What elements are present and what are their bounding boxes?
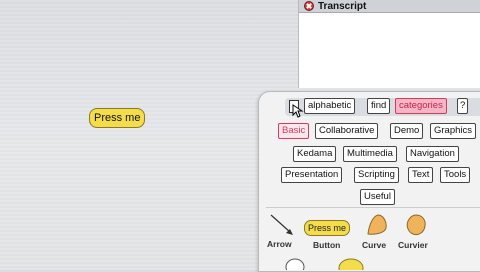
curve-icon[interactable] xyxy=(365,213,389,237)
transcript-window[interactable]: Transcript xyxy=(298,0,480,88)
category-text[interactable]: Text xyxy=(408,167,434,183)
arrow-icon[interactable] xyxy=(269,213,295,237)
category-basic[interactable]: Basic xyxy=(278,123,310,139)
category-useful[interactable]: Useful xyxy=(360,189,395,205)
catalog-divider xyxy=(266,207,480,208)
alphabetic-button[interactable]: alphabetic xyxy=(304,98,356,114)
category-presentation[interactable]: Presentation xyxy=(281,167,343,183)
arrow-label: Arrow xyxy=(267,239,292,249)
categories-button[interactable]: categories xyxy=(395,98,447,114)
category-scripting[interactable]: Scripting xyxy=(354,167,399,183)
help-button[interactable]: ? xyxy=(457,98,469,114)
category-multimedia[interactable]: Multimedia xyxy=(343,146,397,162)
category-collaborative[interactable]: Collaborative xyxy=(315,123,379,139)
category-tools[interactable]: Tools xyxy=(440,167,471,183)
curve-label: Curve xyxy=(362,240,387,250)
press-me-button[interactable]: Press me xyxy=(89,108,146,128)
oval-icon[interactable] xyxy=(338,256,364,270)
button-icon[interactable]: Press me xyxy=(304,220,351,236)
transcript-title-bar[interactable]: Transcript xyxy=(299,0,480,13)
curvier-label: Curvier xyxy=(398,240,428,250)
mouse-pointer-icon xyxy=(292,104,304,118)
category-demo[interactable]: Demo xyxy=(390,123,424,139)
find-button[interactable]: find xyxy=(367,98,391,114)
ellipse-icon[interactable] xyxy=(284,256,306,270)
world-canvas[interactable] xyxy=(0,0,300,270)
transcript-text-area[interactable] xyxy=(302,16,475,88)
button-label: Button xyxy=(313,240,341,250)
category-navigation[interactable]: Navigation xyxy=(406,146,459,162)
category-graphics[interactable]: Graphics xyxy=(430,123,477,139)
category-kedama[interactable]: Kedama xyxy=(293,146,337,162)
transcript-title: Transcript xyxy=(318,0,367,12)
curvier-icon[interactable] xyxy=(404,213,428,237)
close-icon[interactable] xyxy=(304,1,314,11)
